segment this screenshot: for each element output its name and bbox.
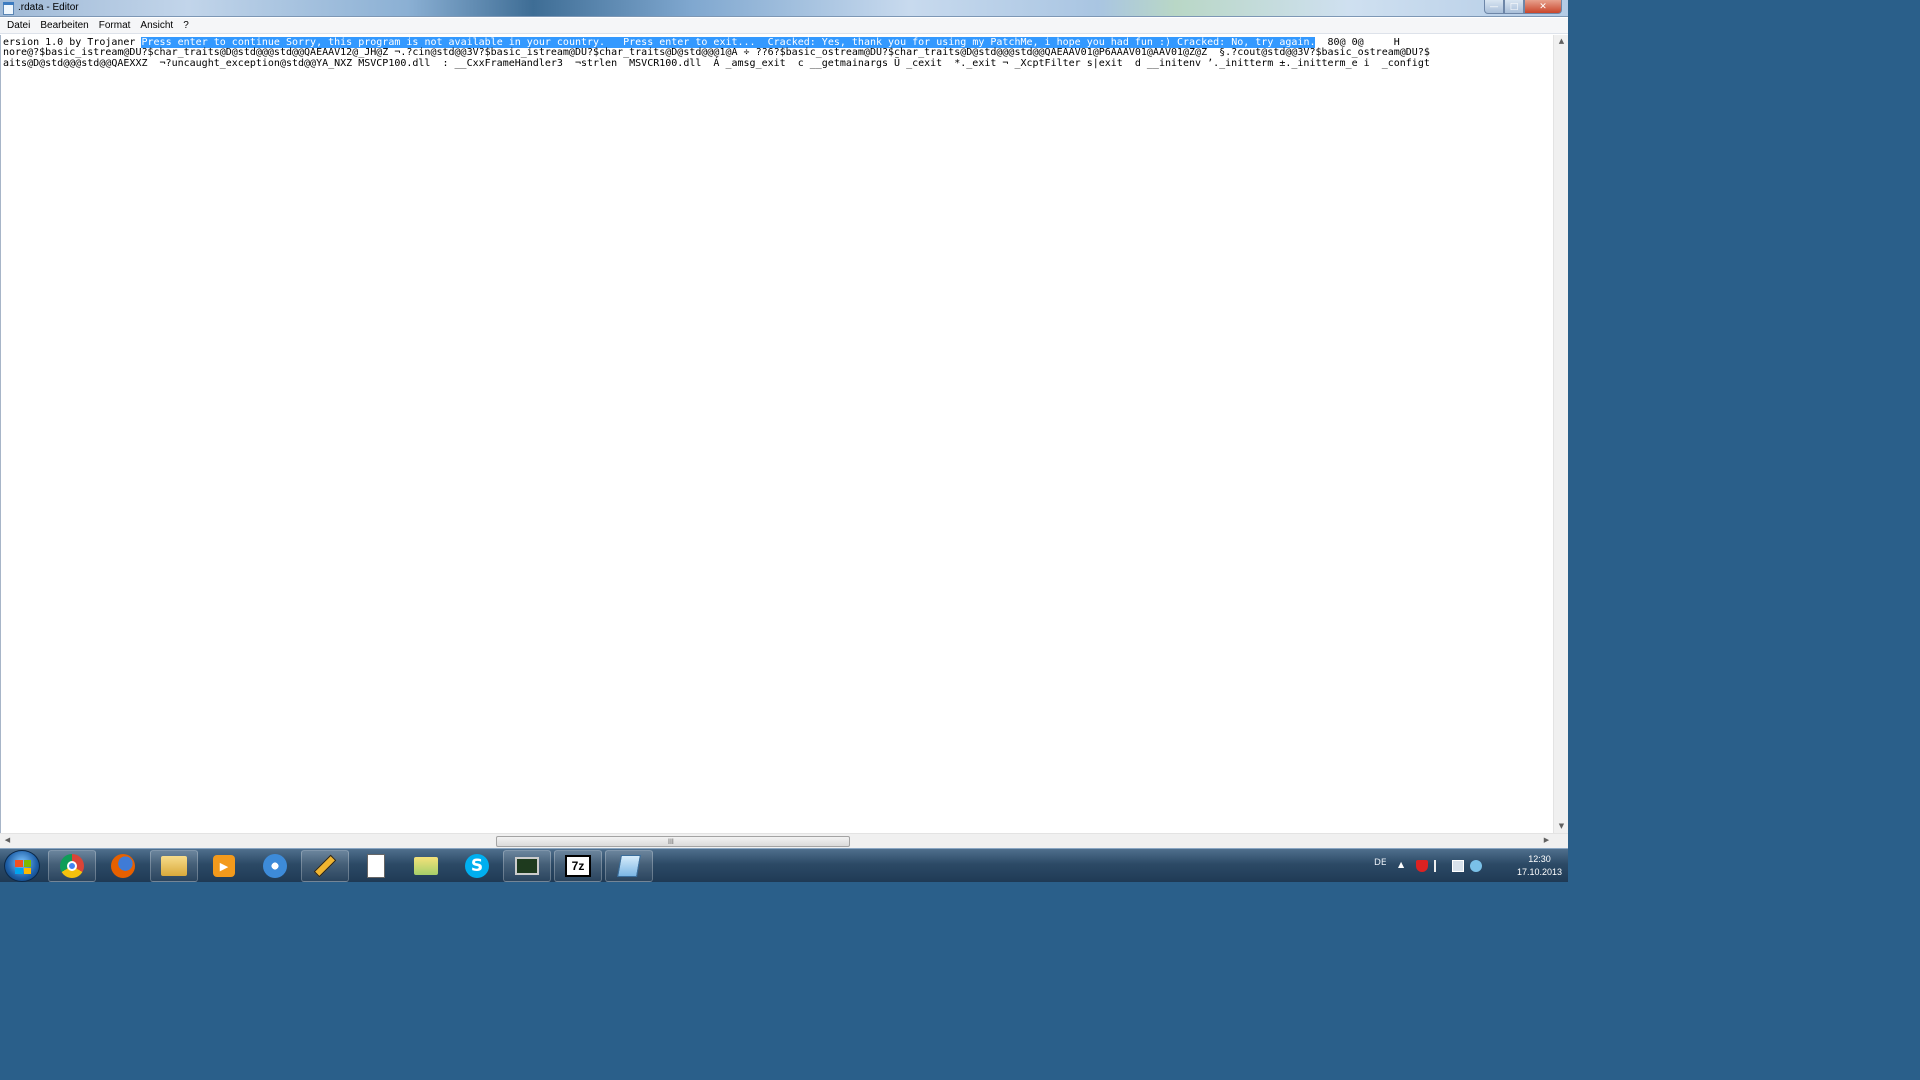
taskbar-editor[interactable] (605, 850, 653, 882)
folder-icon (161, 856, 187, 876)
chrome-icon (60, 854, 84, 878)
network-tray-icon[interactable] (1452, 860, 1464, 872)
editor-window: .rdata - Editor — □ ✕ Datei Bearbeiten F… (0, 0, 1568, 848)
taskbar-monitor[interactable] (503, 850, 551, 882)
notepad-taskbar-icon (617, 855, 641, 877)
firefox-icon (111, 854, 135, 878)
text-area[interactable]: ersion 1.0 by Trojaner Press enter to co… (0, 35, 1553, 833)
window-title: .rdata - Editor (18, 2, 79, 13)
taskbar-chrome[interactable] (48, 850, 96, 882)
taskbar-folder[interactable] (402, 850, 450, 882)
taskbar-explorer[interactable] (150, 850, 198, 882)
menu-help[interactable]: ? (178, 18, 194, 34)
skype-icon: S (465, 854, 489, 878)
clock-time: 12:30 (1528, 854, 1551, 864)
media-player-icon: ▶ (213, 855, 235, 877)
show-hidden-icons-icon[interactable]: ▲ (1398, 860, 1404, 869)
scroll-right-arrow-icon[interactable]: ▶ (1539, 834, 1554, 847)
start-button[interactable] (4, 850, 40, 882)
taskbar-7zip[interactable]: 7z (554, 850, 602, 882)
text-line-2: nore@?$basic_istream@DU?$char_traits@D@s… (3, 47, 1430, 58)
document-icon (367, 854, 385, 878)
windows-logo-icon (15, 860, 31, 874)
network-icon (263, 854, 287, 878)
language-indicator[interactable]: DE (1374, 858, 1387, 868)
horizontal-scrollbar[interactable]: ◀ lll ▶ (0, 833, 1568, 848)
scroll-up-arrow-icon[interactable]: ▲ (1554, 35, 1569, 48)
scroll-grip-icon: lll (668, 838, 674, 846)
folder-green-icon (414, 857, 438, 875)
menu-ansicht[interactable]: Ansicht (135, 18, 178, 34)
horizontal-scroll-thumb[interactable]: lll (496, 836, 850, 847)
monitor-icon (515, 857, 539, 875)
taskbar-skype[interactable]: S (453, 850, 501, 882)
window-controls: — □ ✕ (1484, 0, 1562, 14)
title-bar[interactable]: .rdata - Editor — □ ✕ (0, 0, 1568, 17)
text-line-3: aits@D@std@@@std@@QAEXXZ ¬?uncaught_exce… (3, 58, 1430, 69)
pen-tool-icon (313, 854, 337, 878)
vertical-scrollbar[interactable]: ▲ ▼ (1553, 35, 1568, 833)
taskbar: ▶ S 7z DE ▲ 12:30 17.10.2013 (0, 848, 1568, 882)
menu-datei[interactable]: Datei (2, 18, 35, 34)
antivirus-shield-icon[interactable] (1416, 860, 1428, 872)
taskbar-pen-tool[interactable] (301, 850, 349, 882)
menu-bearbeiten[interactable]: Bearbeiten (35, 18, 93, 34)
taskbar-network[interactable] (251, 850, 299, 882)
maximize-button[interactable]: □ (1504, 0, 1524, 14)
menu-bar: Datei Bearbeiten Format Ansicht ? (0, 18, 1568, 34)
menu-format[interactable]: Format (94, 18, 136, 34)
scroll-down-arrow-icon[interactable]: ▼ (1554, 820, 1569, 833)
close-button[interactable]: ✕ (1524, 0, 1562, 14)
clock-date: 17.10.2013 (1516, 867, 1562, 877)
minimize-button[interactable]: — (1484, 0, 1504, 14)
scroll-left-arrow-icon[interactable]: ◀ (0, 834, 15, 847)
taskbar-document[interactable] (352, 850, 400, 882)
volume-icon[interactable] (1470, 860, 1482, 872)
7zip-icon: 7z (565, 855, 591, 877)
action-center-flag-icon[interactable] (1434, 860, 1446, 872)
system-tray: DE ▲ 12:30 17.10.2013 (1368, 849, 1568, 883)
clock[interactable]: 12:30 17.10.2013 (1517, 853, 1562, 879)
notepad-icon (3, 2, 14, 15)
taskbar-firefox[interactable] (99, 850, 147, 882)
taskbar-media-player[interactable]: ▶ (200, 850, 248, 882)
